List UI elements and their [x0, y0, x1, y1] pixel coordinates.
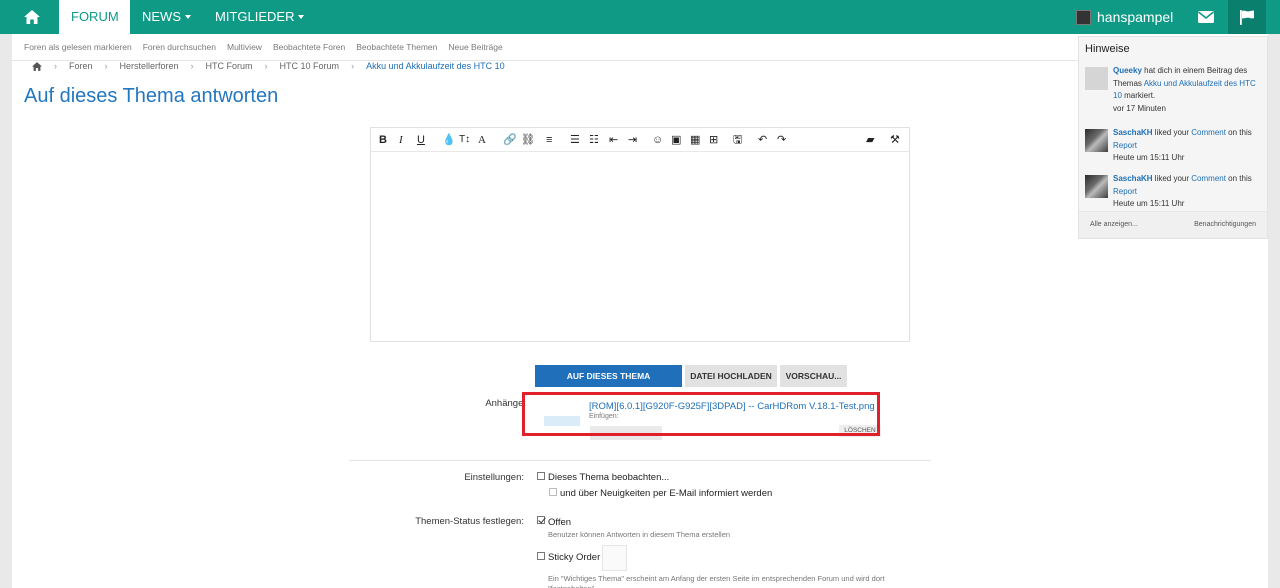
- redo-icon[interactable]: ↷: [777, 132, 786, 148]
- chevron-right-icon: ›: [351, 61, 355, 71]
- alerts-button[interactable]: [1228, 0, 1266, 34]
- divider: [349, 460, 931, 461]
- flag-icon: [1240, 9, 1254, 25]
- chevron-down-icon: [185, 14, 191, 19]
- attachments-label: Anhänge:: [485, 398, 526, 409]
- eraser-icon[interactable]: ▰: [866, 132, 874, 148]
- open-thread-label: Offen: [548, 517, 572, 528]
- chevron-right-icon: ›: [54, 61, 57, 71]
- preview-button[interactable]: VORSCHAU...: [780, 365, 847, 387]
- email-notify-checkbox[interactable]: [549, 488, 557, 496]
- avatar[interactable]: [1085, 67, 1108, 90]
- avatar[interactable]: [1085, 175, 1108, 198]
- avatar: [1076, 9, 1091, 25]
- chevron-right-icon: ›: [104, 61, 108, 71]
- breadcrumb-item[interactable]: Herstellerforen: [120, 61, 179, 71]
- outdent-icon[interactable]: ⇤: [609, 132, 618, 148]
- image-icon[interactable]: ▣: [671, 132, 681, 148]
- sticky-hint: Ein "Wichtiges Thema" erscheint am Anfan…: [548, 574, 885, 588]
- italic-icon[interactable]: I: [399, 132, 403, 148]
- notifications-title: Hinweise: [1085, 43, 1130, 55]
- subnav-watched-threads[interactable]: Beobachtete Themen: [356, 42, 437, 52]
- subnav-search-forums[interactable]: Foren durchsuchen: [143, 42, 216, 52]
- sticky-order-input[interactable]: [602, 545, 627, 571]
- page-title: Auf dieses Thema antworten: [24, 85, 279, 107]
- breadcrumb-item[interactable]: HTC Forum: [206, 61, 253, 71]
- save-draft-icon[interactable]: 🖫: [733, 132, 742, 148]
- insert-icon[interactable]: ⊞: [709, 132, 718, 148]
- align-icon[interactable]: ≡: [546, 132, 552, 148]
- unlink-icon[interactable]: ⛓: [521, 132, 535, 148]
- link-icon[interactable]: 🔗: [503, 132, 517, 148]
- notification-user-link[interactable]: SaschaKH: [1113, 174, 1153, 183]
- subnav-multiview[interactable]: Multiview: [227, 42, 262, 52]
- reply-button[interactable]: AUF DIESES THEMA ANTWORTEN: [535, 365, 682, 403]
- highlight-box: [522, 392, 880, 436]
- chevron-right-icon: ›: [190, 61, 194, 71]
- top-navigation-bar: FORUM NEWS MITGLIEDER hanspampel: [0, 0, 1280, 34]
- bullet-list-icon[interactable]: ☰: [570, 132, 580, 148]
- sticky-label: Sticky Order: [548, 552, 601, 563]
- tab-forum[interactable]: FORUM: [59, 0, 130, 34]
- notification-comment-link[interactable]: Comment: [1191, 128, 1226, 137]
- username: hanspampel: [1097, 9, 1174, 25]
- tab-news[interactable]: NEWS: [130, 0, 203, 34]
- thread-status-label: Themen-Status festlegen:: [415, 516, 524, 527]
- subnav-mark-read[interactable]: Foren als gelesen markieren: [24, 42, 132, 52]
- home-icon[interactable]: [32, 61, 42, 71]
- avatar[interactable]: [1085, 129, 1108, 152]
- email-notify-label: und über Neuigkeiten per E-Mail informie…: [560, 488, 773, 499]
- breadcrumb-current[interactable]: Akku und Akkulaufzeit des HTC 10: [366, 61, 505, 71]
- open-thread-checkbox[interactable]: [537, 516, 545, 524]
- user-menu[interactable]: hanspampel: [1076, 0, 1173, 34]
- numbered-list-icon[interactable]: ☷: [589, 132, 599, 148]
- envelope-icon: [1198, 11, 1214, 23]
- notification-report-link[interactable]: Report: [1113, 141, 1137, 150]
- notification-user-link[interactable]: SaschaKH: [1113, 128, 1153, 137]
- notifications-footer: Alle anzeigen... Benachrichtigungen: [1079, 211, 1267, 238]
- notification-settings-link[interactable]: Benachrichtigungen: [1194, 221, 1256, 228]
- editor-toolbar: B I U 💧 T↕ A 🔗 ⛓ ≡ ☰ ☷ ⇤ ⇥ ☺ ▣ ▦ ⊞ 🖫 ↶ ↷…: [371, 128, 909, 152]
- notification-time: Heute um 15:11 Uhr: [1113, 153, 1185, 162]
- smiley-icon[interactable]: ☺: [652, 132, 663, 148]
- message-editor[interactable]: B I U 💧 T↕ A 🔗 ⛓ ≡ ☰ ☷ ⇤ ⇥ ☺ ▣ ▦ ⊞ 🖫 ↶ ↷…: [370, 127, 910, 342]
- sticky-checkbox[interactable]: [537, 552, 545, 560]
- wrench-icon[interactable]: ⚒: [890, 132, 900, 148]
- undo-icon[interactable]: ↶: [758, 132, 767, 148]
- watch-thread-checkbox[interactable]: [537, 472, 545, 480]
- notification-time: vor 17 Minuten: [1113, 103, 1166, 113]
- watch-thread-label: Dieses Thema beobachten...: [548, 472, 670, 483]
- notifications-panel: Hinweise Queeky hat dich in einem Beitra…: [1078, 36, 1268, 239]
- notification-comment-link[interactable]: Comment: [1191, 174, 1226, 183]
- indent-icon[interactable]: ⇥: [628, 132, 637, 148]
- bold-icon[interactable]: B: [379, 132, 387, 148]
- chevron-right-icon: ›: [264, 61, 268, 71]
- breadcrumb: › Foren › Herstellerforen › HTC Forum › …: [32, 60, 505, 72]
- home-button[interactable]: [12, 0, 52, 34]
- subnav-watched-forums[interactable]: Beobachtete Foren: [273, 42, 345, 52]
- breadcrumb-item[interactable]: HTC 10 Forum: [280, 61, 340, 71]
- tab-mitglieder[interactable]: MITGLIEDER: [203, 0, 316, 34]
- settings-label: Einstellungen:: [464, 472, 524, 483]
- media-icon[interactable]: ▦: [690, 132, 700, 148]
- text-color-icon[interactable]: 💧: [442, 132, 456, 148]
- upload-file-button[interactable]: DATEI HOCHLADEN: [685, 365, 777, 387]
- chevron-down-icon: [298, 14, 305, 19]
- breadcrumb-item[interactable]: Foren: [69, 61, 93, 71]
- notification-report-link[interactable]: Report: [1113, 187, 1137, 196]
- notification-time: Heute um 15:11 Uhr: [1113, 199, 1185, 208]
- font-size-icon[interactable]: T↕: [459, 132, 470, 148]
- subnav-new-posts[interactable]: Neue Beiträge: [448, 42, 502, 52]
- font-family-icon[interactable]: A: [478, 132, 486, 148]
- open-thread-hint: Benutzer können Antworten in diesem Them…: [548, 530, 731, 539]
- home-icon: [24, 10, 40, 24]
- show-all-link[interactable]: Alle anzeigen...: [1090, 221, 1138, 228]
- underline-icon[interactable]: U: [417, 132, 425, 148]
- notification-user-link[interactable]: Queeky: [1113, 66, 1142, 75]
- inbox-button[interactable]: [1187, 0, 1225, 34]
